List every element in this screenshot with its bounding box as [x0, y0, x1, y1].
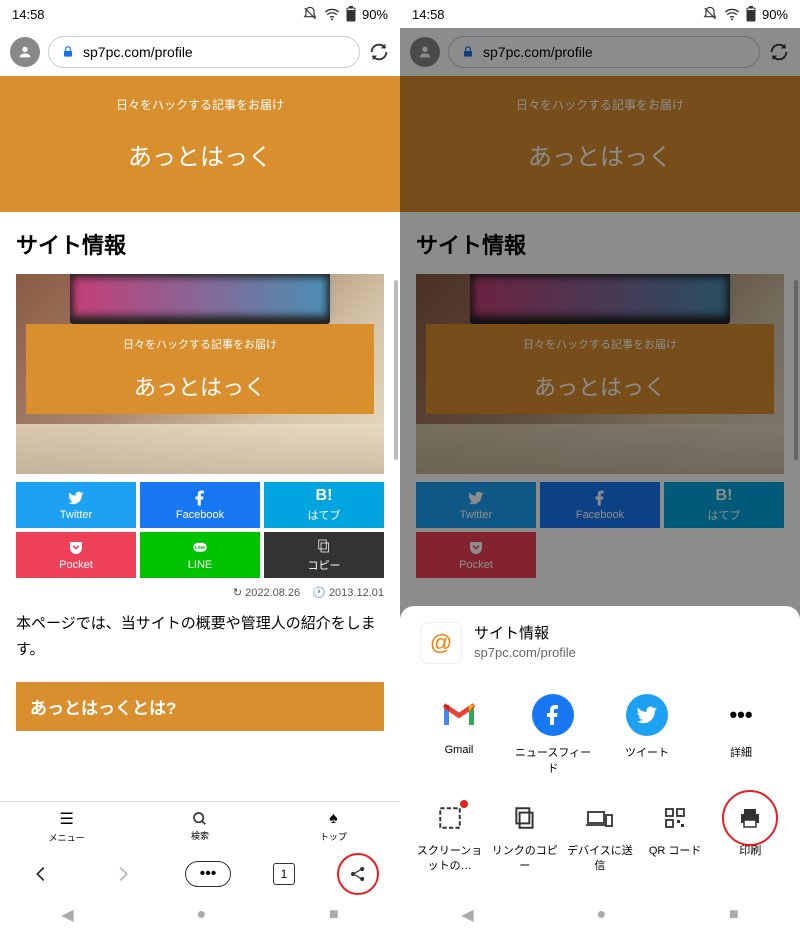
print-action[interactable]: 印刷: [713, 800, 788, 873]
hatena-button[interactable]: B!はてブ: [264, 482, 384, 528]
status-bar: 14:58 90%: [0, 0, 400, 28]
battery-icon: [346, 6, 356, 22]
body-text: 本ページでは、当サイトの概要や管理人の紹介をします。: [16, 611, 384, 662]
back-button[interactable]: [21, 854, 61, 894]
device-action[interactable]: デバイスに送信: [562, 800, 637, 873]
left-screen: 14:58 90% sp7pc.com/profile 日々をハックする記事をお…: [0, 0, 400, 933]
status-bar: 14:58 90%: [400, 0, 800, 28]
svg-text:LINE: LINE: [195, 545, 205, 550]
reload-icon[interactable]: [768, 41, 790, 63]
right-screen: 14:58 90% sp7pc.com/profile 日々をハックする記事をお…: [400, 0, 800, 933]
browser-bar: sp7pc.com/profile: [0, 28, 400, 76]
profile-button[interactable]: [10, 37, 40, 67]
sys-recent-icon[interactable]: ■: [329, 906, 339, 924]
screenshot-action[interactable]: スクリーンョットの…: [412, 800, 487, 873]
facebook-button[interactable]: Facebook: [140, 482, 260, 528]
copy-button[interactable]: コピー: [264, 532, 384, 578]
url-text: sp7pc.com/profile: [83, 44, 193, 60]
battery-percent: 90%: [362, 7, 388, 22]
search-button[interactable]: 検索: [133, 802, 266, 851]
profile-button[interactable]: [410, 37, 440, 67]
url-bar[interactable]: sp7pc.com/profile: [448, 36, 760, 68]
status-time: 14:58: [12, 7, 45, 22]
wifi-icon: [724, 6, 740, 22]
sheet-url: sp7pc.com/profile: [474, 645, 576, 660]
battery-icon: [746, 6, 756, 22]
hero-subtitle: 日々をハックする記事をお届け: [10, 96, 390, 113]
pocket-button[interactable]: Pocket: [16, 532, 136, 578]
tabs-button[interactable]: 1: [273, 863, 295, 885]
sys-home-icon[interactable]: ●: [596, 906, 606, 924]
sheet-app-icon: @: [420, 622, 462, 664]
preview-card: 日々をハックする記事をお届け あっとはっく: [16, 274, 384, 474]
menu-button[interactable]: ☰メニュー: [0, 802, 133, 851]
copylink-action[interactable]: リンクのコピー: [487, 800, 562, 873]
top-button[interactable]: ♠トップ: [267, 802, 400, 851]
sys-home-icon[interactable]: ●: [196, 906, 206, 924]
qr-action[interactable]: QR コード: [638, 800, 713, 873]
bell-off-icon: [702, 6, 718, 22]
preview-subtitle: 日々をハックする記事をお届け: [26, 336, 374, 352]
scrollbar[interactable]: [394, 280, 398, 460]
url-bar[interactable]: sp7pc.com/profile: [48, 36, 360, 68]
sys-recent-icon[interactable]: ■: [729, 906, 739, 924]
section-title: サイト情報: [16, 228, 384, 260]
gmail-option[interactable]: Gmail: [419, 694, 499, 776]
twitter-button[interactable]: Twitter: [16, 482, 136, 528]
newsfeed-option[interactable]: ニュースフィード: [513, 694, 593, 776]
section-heading: あっとはっくとは?: [16, 682, 384, 731]
scrollbar[interactable]: [794, 280, 798, 460]
browser-nav: ••• 1: [0, 851, 400, 897]
sys-back-icon[interactable]: ◀: [61, 905, 73, 925]
system-nav: ◀ ● ■: [400, 897, 800, 933]
site-nav: ☰メニュー 検索 ♠トップ: [0, 801, 400, 851]
line-button[interactable]: LINELINE: [140, 532, 260, 578]
share-sheet: @ サイト情報 sp7pc.com/profile Gmail ニュースフィード…: [400, 606, 800, 897]
more-button[interactable]: •••: [185, 861, 231, 887]
hero-title: あっとはっく: [10, 137, 390, 172]
bell-off-icon: [302, 6, 318, 22]
preview-title: あっとはっく: [26, 370, 374, 402]
reload-icon[interactable]: [368, 41, 390, 63]
share-grid: Twitter Facebook B!はてブ Pocket LINELINE コ…: [16, 482, 384, 578]
hero-banner: 日々をハックする記事をお届け あっとはっく: [0, 76, 400, 212]
tweet-option[interactable]: ツイート: [607, 694, 687, 776]
system-nav: ◀ ● ■: [0, 897, 400, 933]
share-button[interactable]: [337, 853, 379, 895]
sys-back-icon[interactable]: ◀: [461, 905, 473, 925]
dates: ↻ 2022.08.26 🕐 2013.12.01: [16, 586, 384, 599]
lock-icon: [61, 45, 75, 59]
sheet-title: サイト情報: [474, 622, 576, 643]
more-option[interactable]: •••詳細: [701, 694, 781, 776]
wifi-icon: [324, 6, 340, 22]
forward-button[interactable]: [103, 854, 143, 894]
